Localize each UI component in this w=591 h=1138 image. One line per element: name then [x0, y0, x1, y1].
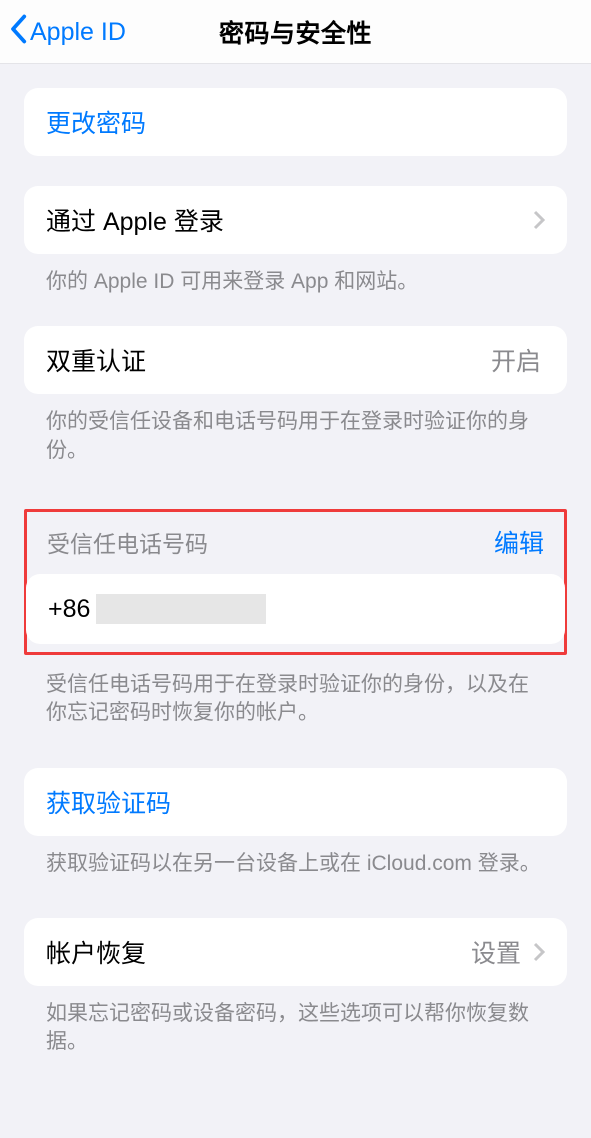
get-code-row[interactable]: 获取验证码 — [24, 768, 567, 836]
chevron-right-icon — [533, 942, 545, 962]
trusted-numbers-header: 受信任电话号码 编辑 — [27, 520, 564, 574]
group-change-password: 更改密码 — [24, 88, 567, 156]
change-password-label: 更改密码 — [46, 104, 545, 140]
account-recovery-footer: 如果忘记密码或设备密码，这些选项可以帮你恢复数据。 — [24, 1000, 567, 1057]
sign-in-apple-label: 通过 Apple 登录 — [46, 202, 525, 238]
group-account-recovery: 帐户恢复 设置 如果忘记密码或设备密码，这些选项可以帮你恢复数据。 — [24, 918, 567, 1057]
back-label: Apple ID — [30, 18, 126, 47]
sign-in-apple-footer: 你的 Apple ID 可用来登录 App 和网站。 — [24, 268, 567, 296]
card: 获取验证码 — [24, 768, 567, 836]
content: 更改密码 通过 Apple 登录 你的 Apple ID 可用来登录 App 和… — [0, 88, 591, 1057]
phone-redacted — [96, 594, 266, 624]
chevron-left-icon — [8, 14, 30, 51]
card: 更改密码 — [24, 88, 567, 156]
chevron-right-icon — [533, 210, 545, 230]
phone-prefix: +86 — [48, 595, 90, 624]
get-code-footer: 获取验证码以在另一台设备上或在 iCloud.com 登录。 — [24, 850, 567, 878]
change-password-row[interactable]: 更改密码 — [24, 88, 567, 156]
account-recovery-row[interactable]: 帐户恢复 设置 — [24, 918, 567, 986]
account-recovery-label: 帐户恢复 — [46, 934, 471, 970]
two-factor-value: 开启 — [491, 342, 541, 378]
group-get-code: 获取验证码 获取验证码以在另一台设备上或在 iCloud.com 登录。 — [24, 768, 567, 878]
card: 帐户恢复 设置 — [24, 918, 567, 986]
get-code-label: 获取验证码 — [46, 784, 545, 820]
trusted-numbers-title: 受信任电话号码 — [47, 525, 208, 559]
nav-header: Apple ID 密码与安全性 — [0, 0, 591, 64]
two-factor-label: 双重认证 — [46, 342, 491, 378]
card: +86 — [26, 574, 565, 644]
group-sign-in-apple: 通过 Apple 登录 你的 Apple ID 可用来登录 App 和网站。 — [24, 186, 567, 296]
account-recovery-value: 设置 — [471, 934, 521, 970]
trusted-numbers-footer: 受信任电话号码用于在登录时验证你的身份，以及在你忘记密码时恢复你的帐户。 — [24, 671, 567, 728]
card: 通过 Apple 登录 — [24, 186, 567, 254]
back-button[interactable]: Apple ID — [8, 0, 126, 64]
two-factor-row[interactable]: 双重认证 开启 — [24, 326, 567, 394]
trusted-numbers-highlight: 受信任电话号码 编辑 +86 — [24, 509, 567, 655]
card: 双重认证 开启 — [24, 326, 567, 394]
sign-in-apple-row[interactable]: 通过 Apple 登录 — [24, 186, 567, 254]
group-two-factor: 双重认证 开启 你的受信任设备和电话号码用于在登录时验证你的身份。 — [24, 326, 567, 465]
edit-button[interactable]: 编辑 — [494, 524, 544, 560]
two-factor-footer: 你的受信任设备和电话号码用于在登录时验证你的身份。 — [24, 408, 567, 465]
trusted-phone-row[interactable]: +86 — [26, 574, 565, 644]
